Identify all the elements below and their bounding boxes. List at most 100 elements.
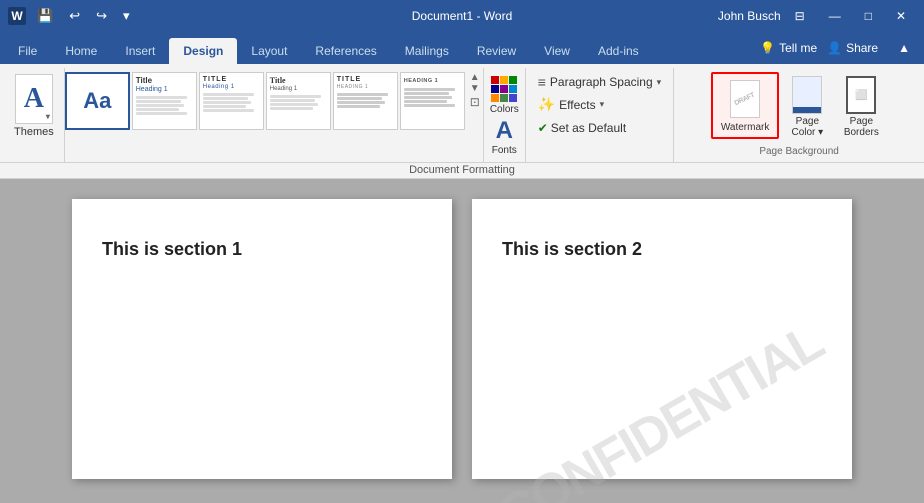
minimize-button[interactable]: — xyxy=(819,0,851,32)
ribbon: File Home Insert Design Layout Reference… xyxy=(0,32,924,179)
page-background-content: DRAFT Watermark PageColor ▾ xyxy=(707,70,892,144)
tell-me-area[interactable]: 💡 Tell me xyxy=(760,41,817,55)
page-color-button[interactable]: PageColor ▾ xyxy=(781,72,833,142)
ribbon-display-button[interactable]: ⊟ xyxy=(785,0,815,32)
page-color-label: PageColor ▾ xyxy=(791,116,823,138)
customize-quick-access-button[interactable]: ▾ xyxy=(118,6,135,26)
document-formatting-label: Document Formatting xyxy=(0,162,924,178)
paragraph-spacing-label: Paragraph Spacing xyxy=(550,75,653,89)
tab-references[interactable]: References xyxy=(301,38,390,64)
thumb-title-4: TITLE xyxy=(337,76,394,83)
default-aa: Aa xyxy=(83,90,111,112)
page-2[interactable]: This is section 2 CONFIDENTIAL xyxy=(472,199,852,479)
thumb-title-5: HEADING 1 xyxy=(404,78,461,84)
thumb-heading-3: Heading 1 xyxy=(270,86,327,92)
themes-label: Themes xyxy=(14,126,54,138)
user-name: John Busch xyxy=(718,9,781,23)
tab-file[interactable]: File xyxy=(4,38,51,64)
paragraph-spacing-icon: ≡ xyxy=(538,74,546,90)
page-1[interactable]: This is section 1 xyxy=(72,199,452,479)
tab-design[interactable]: Design xyxy=(169,38,237,64)
page-background-label: Page Background xyxy=(759,144,839,160)
tab-review[interactable]: Review xyxy=(463,38,530,64)
share-label: Share xyxy=(846,41,878,55)
themes-section: A ▾ Themes xyxy=(4,68,65,162)
format-thumb-1[interactable]: Title Heading 1 xyxy=(132,72,197,130)
effects-icon: ✨ xyxy=(538,96,555,113)
watermark-button[interactable]: DRAFT Watermark xyxy=(711,72,780,139)
redo-button[interactable]: ↪ xyxy=(91,6,112,26)
watermark-label: Watermark xyxy=(721,122,770,133)
document-formatting-text: Document Formatting xyxy=(409,164,515,176)
tab-view[interactable]: View xyxy=(530,38,584,64)
check-icon: ✔ xyxy=(538,121,548,135)
ribbon-arrow-button[interactable]: ▲ xyxy=(888,32,920,64)
save-button[interactable]: 💾 xyxy=(32,6,58,26)
format-thumb-5[interactable]: HEADING 1 xyxy=(400,72,465,130)
lightbulb-icon: 💡 xyxy=(760,41,775,55)
tab-insert[interactable]: Insert xyxy=(111,38,169,64)
paragraph-spacing-arrow: ▾ xyxy=(657,77,662,88)
thumb-title-3: Title xyxy=(270,76,327,85)
undo-button[interactable]: ↩ xyxy=(64,6,85,26)
format-gallery: Aa Title Heading 1 xyxy=(65,70,483,132)
title-bar-left: W 💾 ↩ ↪ ▾ xyxy=(8,6,135,26)
paragraph-spacing-button[interactable]: ≡ Paragraph Spacing ▾ xyxy=(534,72,665,92)
format-thumb-4[interactable]: TITLE HEADING 1 xyxy=(333,72,398,130)
format-thumb-2[interactable]: TITLE Heading 1 xyxy=(199,72,264,130)
watermark-icon: DRAFT xyxy=(727,78,763,120)
fonts-label: Fonts xyxy=(492,145,517,156)
document-area: This is section 1 This is section 2 CONF… xyxy=(0,179,924,503)
tab-mailings[interactable]: Mailings xyxy=(391,38,463,64)
watermark-overlay: CONFIDENTIAL xyxy=(488,312,832,503)
themes-button[interactable]: A ▾ Themes xyxy=(8,70,60,142)
gallery-down-arrow[interactable]: ▼ xyxy=(470,83,480,94)
app-window: W 💾 ↩ ↪ ▾ Document1 - Word John Busch ⊟ … xyxy=(0,0,924,503)
effects-button[interactable]: ✨ Effects ▾ xyxy=(534,94,665,115)
page-borders-icon: ⬜ xyxy=(846,76,876,114)
tell-me-label: Tell me xyxy=(779,41,817,55)
thumb-heading-1: Heading 1 xyxy=(136,86,193,93)
page-color-bar xyxy=(793,107,821,113)
gallery-up-arrow[interactable]: ▲ xyxy=(470,72,480,83)
gallery-scroll[interactable]: ▲ ▼ ⊡ xyxy=(467,72,483,109)
word-icon: W xyxy=(8,7,26,25)
watermark-paper: DRAFT xyxy=(730,80,760,118)
page-borders-button[interactable]: ⬜ PageBorders xyxy=(835,72,887,142)
title-bar-title: Document1 - Word xyxy=(412,9,512,23)
effects-arrow: ▾ xyxy=(600,99,605,110)
thumb-heading-4: HEADING 1 xyxy=(337,84,394,90)
tab-layout[interactable]: Layout xyxy=(237,38,301,64)
close-button[interactable]: ✕ xyxy=(886,0,916,32)
page-background-section: DRAFT Watermark PageColor ▾ xyxy=(674,68,924,162)
document-formatting-section: Aa Title Heading 1 xyxy=(65,68,484,162)
page-color-icon xyxy=(792,76,822,114)
colors-fonts-section: Colors A Fonts xyxy=(484,68,526,162)
colors-button[interactable]: Colors xyxy=(490,76,519,115)
ribbon-content: A ▾ Themes Aa Title xyxy=(0,64,924,162)
set-as-default-label: Set as Default xyxy=(551,121,626,135)
share-button[interactable]: 👤 Share xyxy=(817,37,888,59)
para-effects-section: ≡ Paragraph Spacing ▾ ✨ Effects ▾ ✔ Set … xyxy=(526,68,674,162)
set-as-default-button[interactable]: ✔ Set as Default xyxy=(534,119,665,137)
thumb-title-1: Title xyxy=(136,76,193,85)
page-borders-inner: ⬜ xyxy=(855,90,867,101)
tab-addins[interactable]: Add-ins xyxy=(584,38,653,64)
maximize-button[interactable]: □ xyxy=(855,0,882,32)
effects-label: Effects xyxy=(559,98,595,112)
title-bar: W 💾 ↩ ↪ ▾ Document1 - Word John Busch ⊟ … xyxy=(0,0,924,32)
tab-home[interactable]: Home xyxy=(51,38,111,64)
format-thumb-default[interactable]: Aa xyxy=(65,72,130,130)
fonts-button[interactable]: A Fonts xyxy=(492,119,517,156)
gallery-more-arrow[interactable]: ⊡ xyxy=(470,95,480,109)
title-bar-right: John Busch ⊟ — □ ✕ xyxy=(718,0,916,32)
share-icon: 👤 xyxy=(827,41,842,55)
section1-text: This is section 1 xyxy=(102,239,422,260)
document-title: Document1 - Word xyxy=(412,9,512,23)
themes-icon: A ▾ xyxy=(15,74,53,124)
format-thumb-3[interactable]: Title Heading 1 xyxy=(266,72,331,130)
page-borders-label: PageBorders xyxy=(844,116,879,138)
fonts-icon: A xyxy=(496,119,513,143)
colors-label: Colors xyxy=(490,104,519,115)
thumb-title-2: TITLE xyxy=(203,76,260,83)
